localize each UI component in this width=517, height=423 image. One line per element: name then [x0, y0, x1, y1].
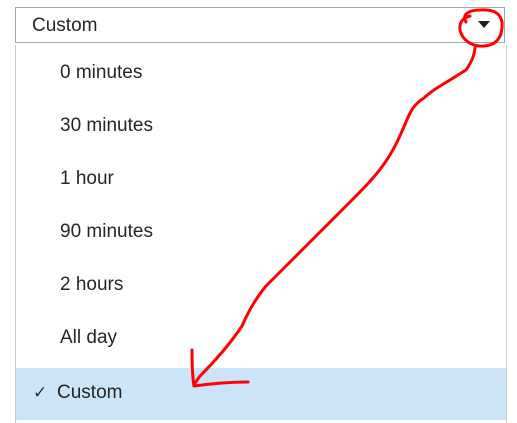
dropdown-list: 0 minutes 30 minutes 1 hour 90 minutes 2…: [15, 45, 507, 423]
dropdown-option-all-day[interactable]: All day: [16, 313, 506, 365]
option-label: 0 minutes: [60, 62, 143, 83]
option-label: Custom: [57, 382, 123, 403]
chevron-down-icon[interactable]: [478, 21, 490, 28]
option-label: All day: [60, 327, 118, 348]
reminder-dropdown-screen: Custom 0 minutes 30 minutes 1 hour 90 mi…: [0, 0, 517, 423]
dropdown-option-2-hours[interactable]: 2 hours: [16, 260, 506, 312]
option-label: 2 hours: [60, 274, 124, 295]
dropdown-option-30-minutes[interactable]: 30 minutes: [16, 101, 506, 153]
dropdown-option-1-hour[interactable]: 1 hour: [16, 154, 506, 206]
dropdown-option-0-minutes[interactable]: 0 minutes: [16, 48, 506, 100]
option-label: 1 hour: [60, 168, 114, 189]
checkmark-icon: ✓: [33, 383, 48, 402]
dropdown-option-custom[interactable]: ✓ Custom: [16, 368, 506, 420]
select-current-value: Custom: [32, 15, 98, 36]
option-label: 30 minutes: [60, 115, 153, 136]
dropdown-option-90-minutes[interactable]: 90 minutes: [16, 207, 506, 259]
option-label: 90 minutes: [60, 221, 153, 242]
reminder-select[interactable]: Custom: [15, 7, 505, 43]
